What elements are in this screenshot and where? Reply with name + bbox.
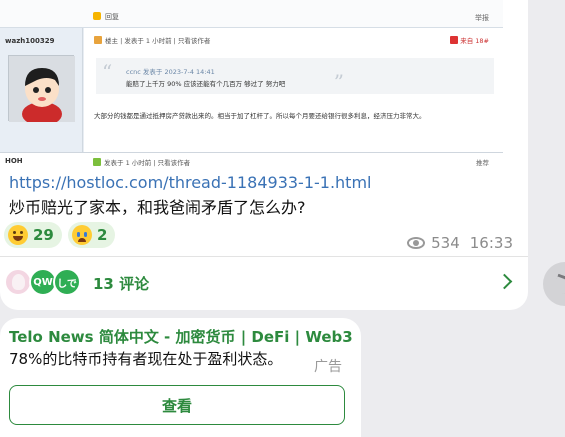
forum-screenshot-image[interactable]: 回复 举报 wazh100329 楼主 | 发表于 1 小时前 | 只看该作者 … [0,0,503,167]
quote-close-icon: ” [333,70,344,94]
ad-label: 广告 [314,359,342,375]
chevron-right-icon[interactable] [496,273,513,290]
forum-post: 楼主 | 发表于 1 小时前 | 只看该作者 来自 18# “ ccnc 发表于… [84,28,503,152]
ad-text: 78%的比特币持有者现在处于盈利状态。 [9,350,283,368]
quote-meta: ccnc 发表于 2023-7-4 14:41 [126,68,215,76]
forum-post-meta: 楼主 | 发表于 1 小时前 | 只看该作者 [94,35,210,45]
sponsored-card: Telo News 简体中文 - 加密货币 | DeFi | Web3 78%的… [0,318,361,437]
forum-floor: 来自 18# [450,35,489,45]
op-badge-icon [94,36,102,44]
forum-avatar [8,55,75,126]
thread-link[interactable]: https://hostloc.com/thread-1184933-1-1.h… [9,173,371,192]
views-count: 534 [431,234,460,252]
reaction-crying[interactable]: 2 [68,222,116,248]
forum-user-panel: wazh100329 [0,28,83,167]
comments-link[interactable]: 13 评论 [93,273,149,294]
eye-icon [407,237,426,249]
crying-face-icon [72,225,92,245]
forum-next-meta: 发表于 1 小时前 | 只看该作者 [93,157,190,167]
forum-quote: “ ccnc 发表于 2023-7-4 14:41 能赔了上千万 90% 应该还… [96,58,494,94]
user-icon [93,158,101,166]
quote-text: 能赔了上千万 90% 应该还能有个几百万 够过了 努力吧 [126,80,286,88]
message-title: 炒币赔光了家本，和我爸闹矛盾了怎么办? [9,198,306,217]
reaction-count: 29 [33,226,54,244]
forum-next-right: 推荐 [476,159,489,167]
view-button[interactable]: 查看 [9,385,345,425]
avatar: しで [53,268,81,296]
grinning-face-icon [8,225,28,245]
cartoon-avatar-icon [9,56,75,126]
mobile-icon [450,36,459,44]
forum-next-username: HOH [5,157,23,165]
forum-report-label: 举报 [475,14,489,22]
share-button[interactable] [543,262,565,306]
forum-post-body: 大部分的钱都是通过抵押房产贷款出来的。相当于加了杠杆了。所以每个月要还给银行很多… [94,112,426,120]
avatar [4,268,32,296]
forum-username: wazh100329 [5,37,55,45]
forum-reply-label: 回复 [105,13,119,21]
divider [0,256,528,257]
quote-open-icon: “ [102,60,113,84]
ad-title[interactable]: Telo News 简体中文 - 加密货币 | DeFi | Web3 [9,326,353,347]
forum-next-row: HOH 发表于 1 小时前 | 只看该作者 推荐 [0,152,503,167]
message-card: 回复 举报 wazh100329 楼主 | 发表于 1 小时前 | 只看该作者 … [0,0,528,310]
reaction-grinning[interactable]: 29 [4,222,62,248]
forum-top-row: 回复 举报 [0,0,503,28]
message-stats: 534 16:33 [407,234,513,252]
reaction-count: 2 [97,226,108,244]
reply-icon [93,12,101,20]
message-time: 16:33 [469,234,513,252]
